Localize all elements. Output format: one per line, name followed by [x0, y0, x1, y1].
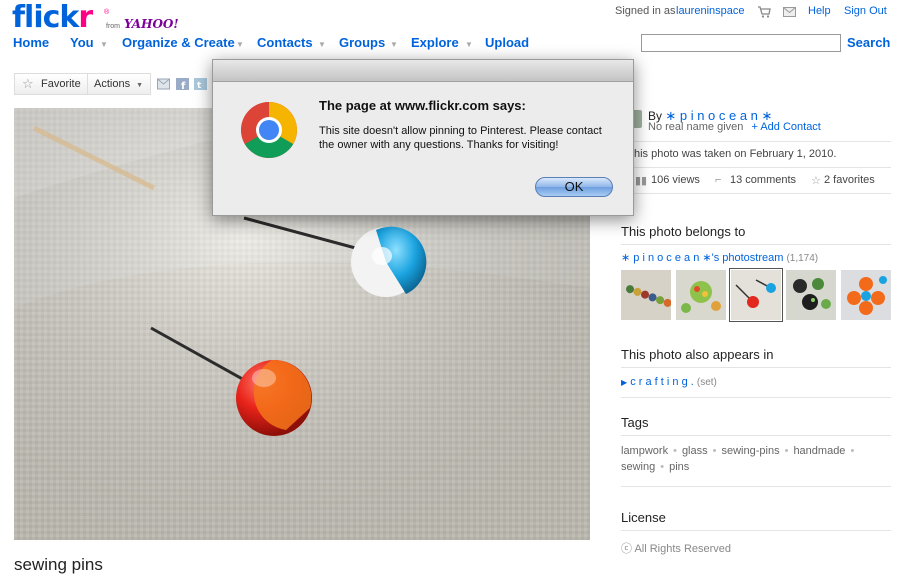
chevron-down-icon[interactable]: ▼ [318, 40, 326, 49]
divider [621, 530, 891, 531]
logo-from-text: from [106, 23, 120, 30]
divider [621, 486, 891, 487]
copyright-icon: ⓒ [621, 543, 632, 555]
tag-link[interactable]: sewing [621, 461, 655, 473]
nav-explore[interactable]: Explore [411, 35, 459, 50]
search-button[interactable]: Search [847, 35, 890, 50]
tags-heading: Tags [621, 415, 649, 430]
dialog-titlebar[interactable] [213, 60, 633, 82]
license-heading: License [621, 510, 666, 525]
photostream-link[interactable]: ∗ p i n o c e a n ∗'s photostream [621, 252, 783, 264]
thumbnail[interactable] [841, 270, 891, 320]
comments-count[interactable]: 13 comments [730, 174, 796, 186]
appears-heading: This photo also appears in [621, 347, 774, 362]
favorite-label: Favorite [41, 78, 81, 90]
photostream-count: (1,174) [786, 253, 819, 264]
thumbnail-current[interactable] [729, 268, 783, 322]
svg-text:f: f [181, 81, 186, 90]
cart-icon[interactable] [757, 6, 771, 21]
taken-on-text: his photo was taken on February 1, 2010. [634, 148, 837, 160]
triangle-right-icon[interactable]: ▶ [621, 378, 627, 387]
alert-dialog: The page at www.flickr.com says: This si… [212, 59, 634, 216]
nav-organize-create[interactable]: Organize & Create [122, 35, 235, 50]
registered-mark: ® [104, 9, 110, 16]
flickr-logo[interactable]: flickr [12, 2, 93, 34]
nav-upload[interactable]: Upload [485, 35, 529, 50]
thumbnail[interactable] [676, 270, 726, 320]
email-share-icon[interactable] [157, 78, 170, 90]
photo-title: sewing pins [14, 555, 103, 574]
divider [621, 244, 891, 245]
username-link[interactable]: laureninspace [676, 5, 745, 17]
set-link[interactable]: c r a f t i n g . [630, 376, 694, 388]
photostream-line: ∗ p i n o c e a n ∗'s photostream (1,174… [621, 251, 891, 264]
tag-link[interactable]: sewing-pins [721, 445, 779, 457]
facebook-share-icon[interactable]: f [176, 78, 189, 90]
owner-meta: No real name given + Add Contact [648, 121, 909, 133]
divider [621, 397, 891, 398]
photostream-thumbnails [621, 268, 891, 322]
search-input[interactable] [641, 34, 841, 52]
chevron-down-icon: ▼ [136, 82, 144, 89]
divider [621, 167, 891, 168]
help-link[interactable]: Help [808, 5, 831, 17]
mail-icon[interactable] [783, 7, 796, 20]
views-count: 106 views [651, 174, 700, 186]
twitter-share-icon[interactable]: t [194, 78, 207, 90]
star-icon: ☆ [811, 175, 821, 187]
thumbnail[interactable] [786, 270, 836, 320]
favorites-count[interactable]: 2 favorites [824, 174, 875, 186]
comment-icon: ⌐ [715, 174, 722, 186]
set-label: (set) [696, 377, 717, 388]
yahoo-logo: YAHOO! [124, 17, 179, 31]
sign-out-link[interactable]: Sign Out [844, 5, 887, 17]
divider [621, 435, 891, 436]
chevron-down-icon[interactable]: ▼ [390, 40, 398, 49]
star-icon: ☆ [22, 76, 34, 91]
set-line: ▶ c r a f t i n g . (set) [621, 376, 891, 388]
nav-groups[interactable]: Groups [339, 35, 385, 50]
chrome-icon [241, 102, 297, 158]
divider [621, 367, 891, 368]
nav-contacts[interactable]: Contacts [257, 35, 313, 50]
divider [621, 193, 891, 194]
no-real-name: No real name given [648, 121, 744, 133]
nav-you[interactable]: You [70, 35, 94, 50]
license-line: ⓒ All Rights Reserved [621, 540, 891, 556]
favorite-button[interactable]: ☆ Favorite [14, 73, 88, 95]
tags-list: lampwork • glass • sewing-pins • handmade • sewi… [621, 445, 855, 473]
license-text[interactable]: All Rights Reserved [634, 543, 731, 555]
views-icon: ▮▮ [635, 175, 648, 187]
tag-link[interactable]: glass [682, 445, 708, 457]
chevron-down-icon[interactable]: ▼ [236, 40, 244, 49]
actions-label: Actions [94, 78, 131, 90]
chevron-down-icon[interactable]: ▼ [465, 40, 473, 49]
add-contact-link[interactable]: + Add Contact [751, 121, 820, 133]
dialog-title: The page at www.flickr.com says: [319, 98, 526, 113]
signed-in-label: Signed in as [615, 5, 676, 17]
belongs-heading: This photo belongs to [621, 224, 746, 239]
nav-home[interactable]: Home [13, 35, 49, 50]
tag-link[interactable]: pins [669, 461, 689, 473]
ok-button[interactable]: OK [535, 177, 613, 197]
divider [621, 141, 891, 142]
chevron-down-icon[interactable]: ▼ [100, 40, 108, 49]
tag-link[interactable]: lampwork [621, 445, 668, 457]
svg-text:t: t [197, 81, 202, 90]
actions-menu[interactable]: Actions ▼ [87, 73, 151, 95]
thumbnail[interactable] [621, 270, 671, 320]
dialog-message: This site doesn't allow pinning to Pinte… [319, 125, 602, 151]
tag-link[interactable]: handmade [793, 445, 845, 457]
